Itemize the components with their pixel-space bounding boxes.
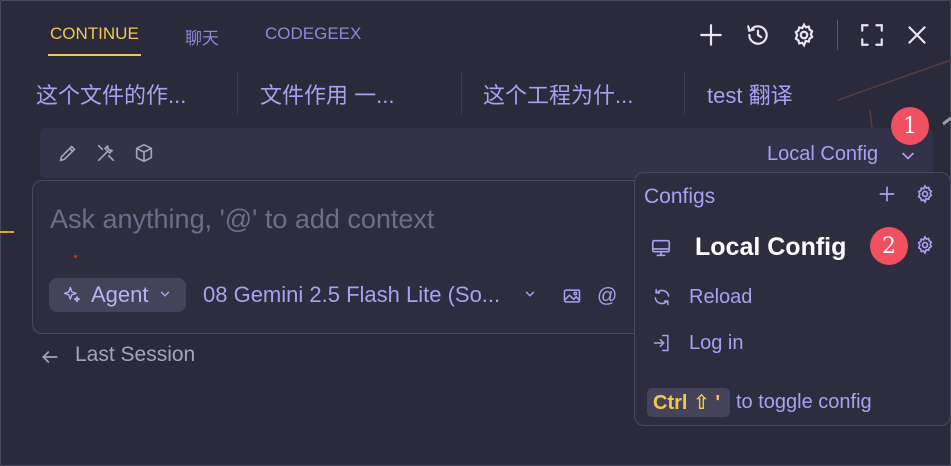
plus-icon[interactable] [698,22,724,48]
monitor-icon [651,239,671,257]
gear-icon[interactable] [915,184,935,204]
fullscreen-icon[interactable] [859,22,885,48]
chip-divider [684,72,685,114]
agent-mode-label[interactable]: Agent [91,282,149,308]
chevron-down-icon[interactable] [898,146,918,166]
top-tab-bar: CONTINUE 聊天 CODEGEEX [0,0,951,68]
history-chip[interactable]: test 翻译 [707,78,793,110]
shortcut-hint: to toggle config [736,391,872,413]
tab-chat[interactable]: 聊天 [185,24,219,49]
dropdown-item-local-config[interactable]: Local Config [695,233,846,262]
arrow-left-icon[interactable] [40,347,60,367]
tools-icon[interactable] [95,142,117,164]
dropdown-item-reload[interactable]: Reload [689,286,752,309]
keyboard-shortcut-keys: Ctrl ⇧ ' [653,392,721,414]
editor-gutter-mark [0,231,14,233]
at-icon[interactable]: @ [597,285,617,308]
pencil-icon[interactable] [57,142,79,164]
chip-divider [237,72,238,114]
sparkle-icon [63,286,81,303]
history-chips: 这个文件的作... 文件作用 一... 这个工程为什... test 翻译 [0,70,951,118]
toolbar-separator [837,20,838,50]
cursor-dot [74,255,77,258]
cube-icon[interactable] [133,142,155,164]
chat-input-placeholder[interactable]: Ask anything, '@' to add context [50,204,434,235]
tab-continue[interactable]: CONTINUE [48,24,141,56]
history-chip[interactable]: 文件作用 一... [260,78,394,110]
login-icon[interactable] [652,333,672,353]
reload-icon[interactable] [652,287,672,307]
close-icon[interactable] [904,22,930,48]
image-icon[interactable] [562,286,582,306]
chip-divider [461,72,462,114]
dropdown-title: Configs [644,185,716,208]
gear-icon[interactable] [791,22,817,48]
plus-icon[interactable] [877,184,897,204]
history-icon[interactable] [745,22,771,48]
config-selector[interactable]: Local Config [767,143,878,166]
gear-icon[interactable] [915,235,935,255]
dropdown-item-login[interactable]: Log in [689,332,744,355]
history-chip[interactable]: 这个工程为什... [483,78,633,110]
chevron-down-icon[interactable] [523,287,537,301]
model-selector[interactable]: 08 Gemini 2.5 Flash Lite (So... [203,282,500,308]
chevron-down-icon[interactable] [158,287,172,301]
tab-codegeex[interactable]: CODEGEEX [265,24,361,44]
annotation-badge: 1 [891,107,929,145]
history-chip[interactable]: 这个文件的作... [36,78,186,110]
last-session-link[interactable]: Last Session [75,343,195,367]
annotation-badge: 2 [870,227,908,265]
